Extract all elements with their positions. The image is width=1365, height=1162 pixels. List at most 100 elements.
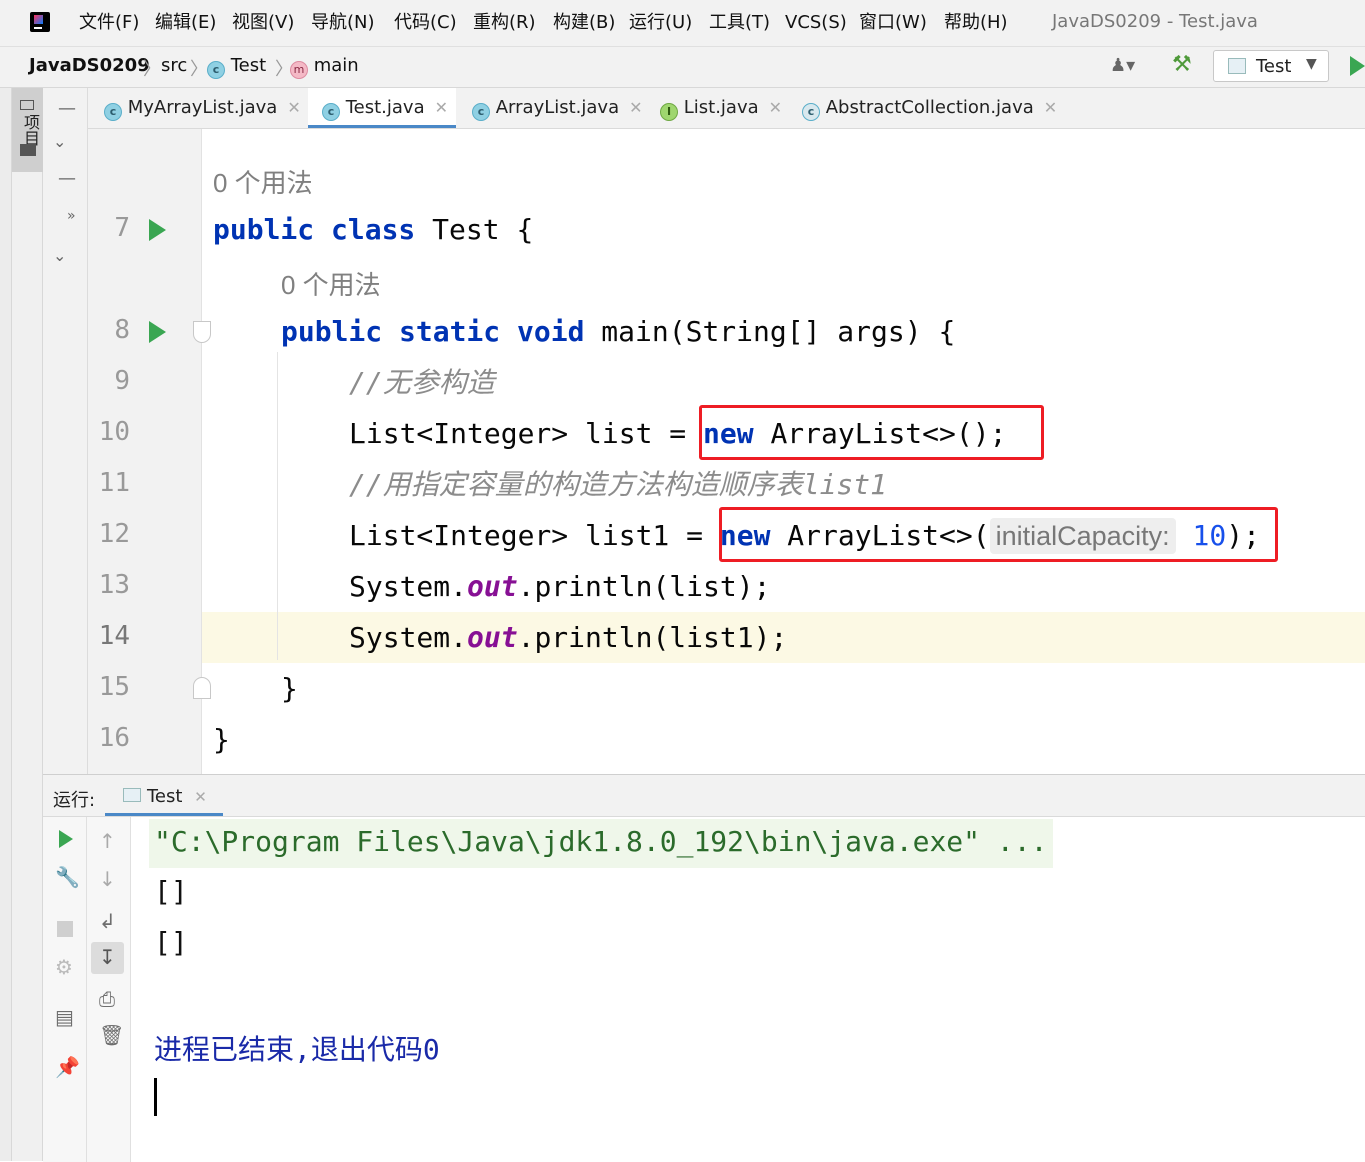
- rerun-icon[interactable]: [59, 830, 73, 848]
- class-icon: c: [472, 103, 490, 121]
- stop-icon[interactable]: [57, 921, 73, 937]
- tab-myarraylist[interactable]: c MyArrayList.java ✕: [90, 88, 306, 128]
- tab-label: List.java: [683, 97, 759, 118]
- close-icon[interactable]: ✕: [629, 98, 642, 117]
- class-icon: c: [322, 103, 340, 121]
- user-icon[interactable]: ♟▾: [1110, 55, 1135, 76]
- run-config-label: Test: [1256, 56, 1292, 77]
- close-icon[interactable]: ✕: [1044, 98, 1057, 117]
- console-output-line: []: [154, 926, 188, 959]
- window-title: JavaDS0209 - Test.java: [1052, 11, 1258, 32]
- menu-window[interactable]: 窗口(W): [859, 12, 927, 34]
- tool-window-strip: 项目: [12, 88, 43, 1161]
- layout-icon[interactable]: ▤: [55, 1005, 74, 1029]
- menu-file[interactable]: 文件(F): [79, 12, 139, 34]
- run-config-icon: [1228, 58, 1246, 74]
- fold-marker-icon[interactable]: [193, 677, 211, 699]
- project-panel-collapsed: — ⌄ — » ⌄: [43, 88, 88, 774]
- minimize-icon[interactable]: —: [58, 98, 76, 119]
- menu-run[interactable]: 运行(U): [629, 12, 692, 34]
- more-icon[interactable]: »: [67, 208, 76, 224]
- line-number: 15: [98, 672, 130, 702]
- line-number-gutter: 7 8 9 10 11 12 13 14 15 16: [88, 129, 211, 774]
- trash-icon[interactable]: 🗑: [99, 1023, 124, 1047]
- close-icon[interactable]: ✕: [435, 98, 448, 117]
- line-number: 12: [98, 519, 130, 549]
- menu-help[interactable]: 帮助(H): [944, 12, 1008, 34]
- code-line-11-comment: //用指定容量的构造方法构造顺序表list1: [349, 468, 888, 501]
- chevron-down-icon[interactable]: ⌄: [53, 132, 66, 151]
- menu-vcs[interactable]: VCS(S): [785, 12, 847, 34]
- tab-list[interactable]: I List.java ✕: [646, 88, 786, 128]
- console-output-line: []: [154, 875, 188, 908]
- line-number: 10: [98, 417, 130, 447]
- run-class-gutter-icon[interactable]: [149, 219, 166, 241]
- code-line-14: System.out.println(list1);: [349, 621, 788, 654]
- left-edge-strip: [0, 88, 12, 1161]
- run-toolbar-secondary: ↑ ↓ ↲ ↧ ⎙ 🗑: [87, 817, 131, 1162]
- breadcrumb-project[interactable]: JavaDS0209: [29, 55, 150, 76]
- project-tool-tab[interactable]: 项目: [12, 88, 43, 172]
- code-editor[interactable]: 7 8 9 10 11 12 13 14 15 16 0 个用法 public …: [88, 129, 1365, 774]
- breadcrumb-class-label: Test: [230, 55, 267, 76]
- console-command-line: "C:\Program Files\Java\jdk1.8.0_192\bin\…: [154, 825, 1048, 858]
- code-line-16: }: [213, 723, 230, 756]
- code-line-8: public static void main(String[] args) {: [281, 315, 956, 348]
- breadcrumb: JavaDS0209 〉 src 〉 c Test 〉 m main ♟▾ ⚒: [0, 46, 1365, 88]
- tab-arraylist[interactable]: c ArrayList.java ✕: [458, 88, 644, 128]
- menu-build[interactable]: 构建(B): [553, 12, 615, 34]
- debug-icon[interactable]: ⚙: [55, 955, 73, 979]
- method-icon: m: [290, 61, 308, 79]
- interface-icon: I: [660, 103, 678, 121]
- breadcrumb-method[interactable]: m main: [290, 55, 359, 79]
- collapse-icon[interactable]: —: [58, 168, 76, 189]
- close-icon[interactable]: ✕: [194, 788, 207, 806]
- menu-tools[interactable]: 工具(T): [709, 12, 770, 34]
- wrench-icon[interactable]: 🔧: [55, 865, 80, 889]
- run-config-icon: [123, 788, 141, 802]
- run-config-select[interactable]: Test ▼: [1213, 50, 1329, 82]
- run-button[interactable]: [1350, 56, 1365, 76]
- close-icon[interactable]: ✕: [287, 98, 300, 117]
- scroll-to-end-button[interactable]: ↧: [91, 942, 124, 974]
- menu-view[interactable]: 视图(V): [232, 12, 294, 34]
- code-line-9-comment: //无参构造: [349, 366, 495, 399]
- folder-icon: [20, 144, 36, 156]
- menu-edit[interactable]: 编辑(E): [155, 12, 216, 34]
- tab-abstractcollection[interactable]: c AbstractCollection.java ✕: [788, 88, 1060, 128]
- pin-icon[interactable]: 📌: [55, 1055, 80, 1079]
- tab-test[interactable]: c Test.java ✕: [308, 88, 456, 128]
- menu-code[interactable]: 代码(C): [394, 12, 457, 34]
- breadcrumb-class[interactable]: c Test: [207, 55, 266, 79]
- run-toolbar-primary: 🔧 ⚙ ▤ 📌: [43, 817, 87, 1162]
- breadcrumb-src[interactable]: src: [161, 55, 187, 76]
- run-tab-test[interactable]: Test ✕: [105, 775, 223, 816]
- run-main-gutter-icon[interactable]: [149, 321, 166, 343]
- arrow-down-icon[interactable]: ↓: [99, 867, 116, 891]
- usage-hint[interactable]: 0 个用法: [213, 163, 313, 200]
- code-line-13: System.out.println(list);: [349, 570, 771, 603]
- intellij-logo-icon[interactable]: [30, 12, 50, 32]
- line-number-current: 14: [98, 621, 130, 651]
- soft-wrap-icon[interactable]: ↲: [99, 909, 116, 933]
- line-number: 11: [98, 468, 130, 498]
- usage-hint[interactable]: 0 个用法: [281, 265, 381, 302]
- close-icon[interactable]: ✕: [769, 98, 782, 117]
- tab-label: Test.java: [345, 97, 425, 118]
- console-caret: [154, 1078, 157, 1116]
- highlight-box-capacity-constructor: [719, 507, 1278, 562]
- editor-tab-bar: c MyArrayList.java ✕ c Test.java ✕ c Array…: [88, 88, 1365, 129]
- class-icon: c: [207, 61, 225, 79]
- menu-refactor[interactable]: 重构(R): [473, 12, 536, 34]
- print-icon[interactable]: ⎙: [99, 987, 115, 1011]
- chevron-right-icon: 〉: [143, 59, 161, 80]
- chevron-down-icon[interactable]: ⌄: [53, 246, 66, 265]
- build-hammer-icon[interactable]: ⚒: [1172, 52, 1192, 77]
- menu-navigate[interactable]: 导航(N): [311, 12, 375, 34]
- tab-label: MyArrayList.java: [127, 97, 278, 118]
- arrow-up-icon[interactable]: ↑: [99, 829, 116, 853]
- fold-marker-icon[interactable]: [193, 321, 211, 343]
- chevron-down-icon: ▼: [1306, 56, 1317, 72]
- run-tab-label: Test: [147, 786, 183, 807]
- highlight-box-no-arg-constructor: [699, 405, 1044, 460]
